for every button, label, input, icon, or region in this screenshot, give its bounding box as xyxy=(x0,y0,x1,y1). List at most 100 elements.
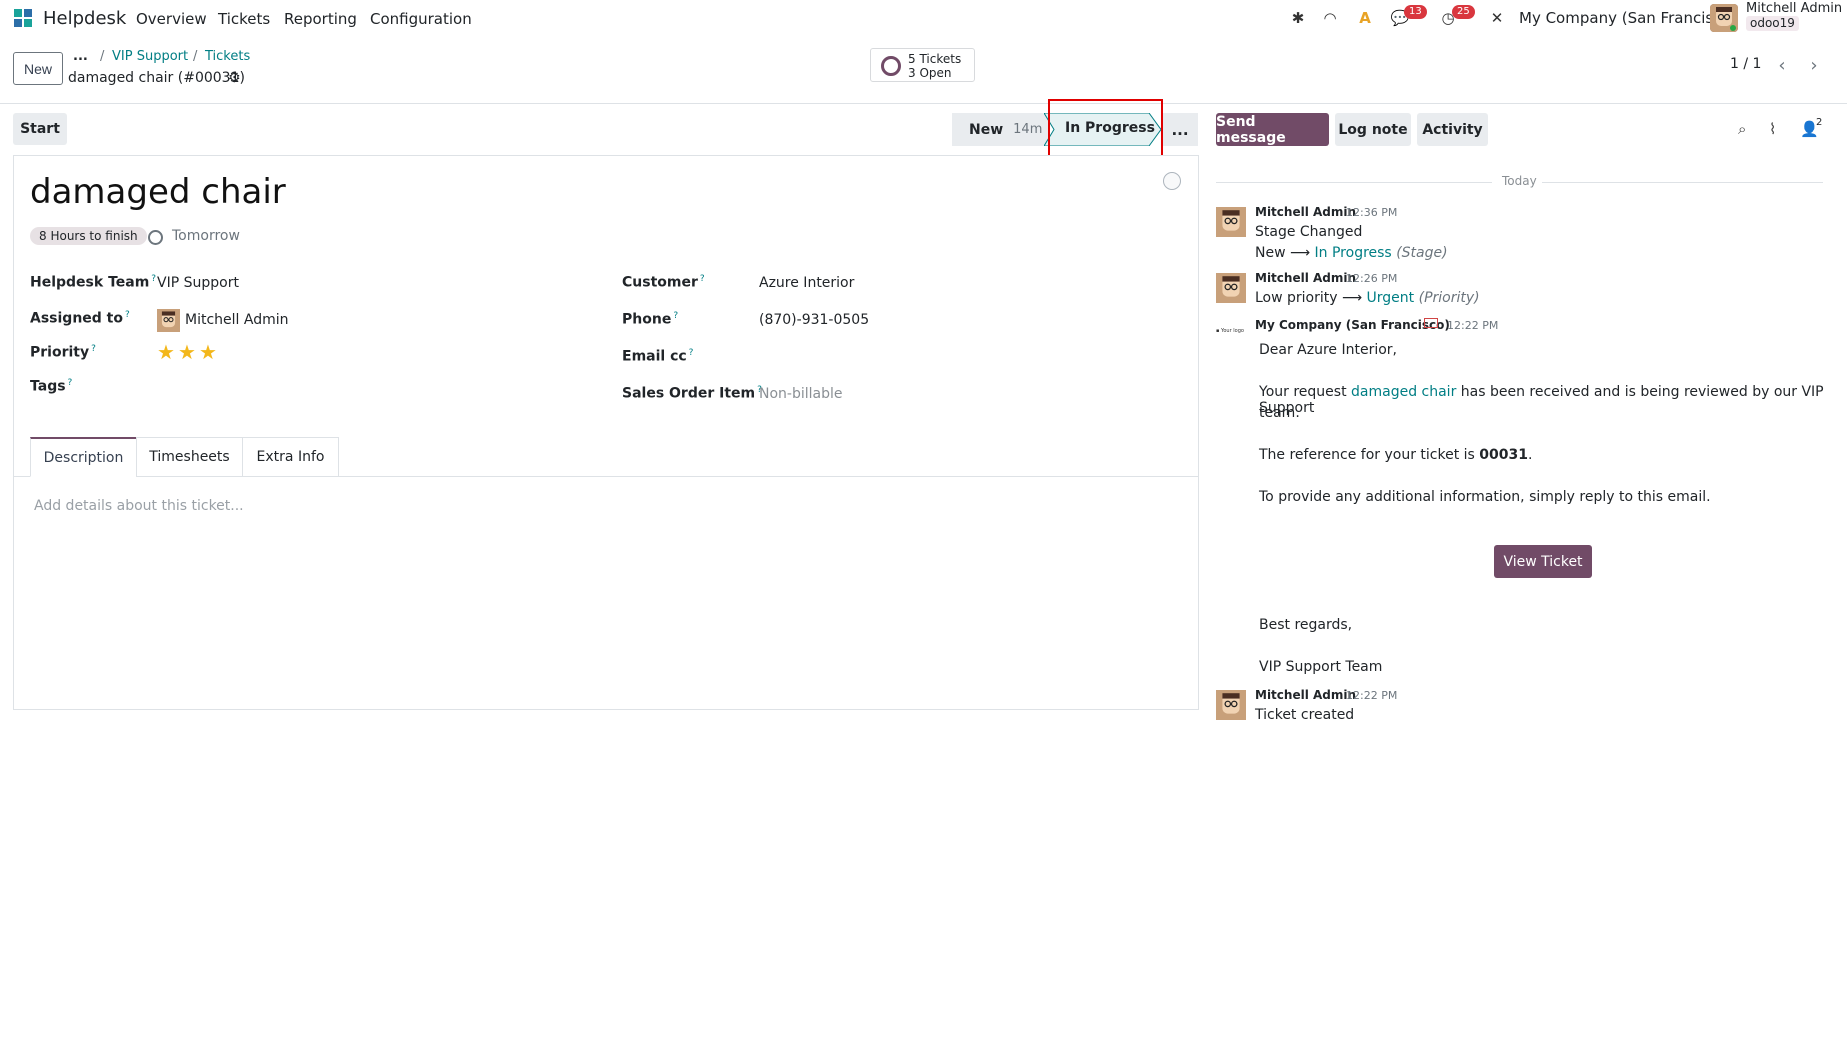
gear-icon[interactable]: ⚙ xyxy=(228,70,241,86)
annotation-highlight-box xyxy=(1048,99,1163,160)
breadcrumb-vip-support[interactable]: VIP Support xyxy=(112,49,188,64)
top-navbar: Helpdesk Overview Tickets Reporting Conf… xyxy=(0,0,1847,36)
new-record-button[interactable]: New xyxy=(13,52,63,85)
tracking-line: Low priority ⟶ Urgent (Priority) xyxy=(1255,290,1480,306)
assignee-avatar xyxy=(157,309,180,332)
phone-field[interactable]: (870)-931-0505 xyxy=(759,312,869,328)
activity-button[interactable]: Activity xyxy=(1417,113,1488,146)
message-time: 12:22 PM xyxy=(1447,319,1499,332)
stage-more-button[interactable]: ... xyxy=(1162,113,1198,146)
message-time: 12:22 PM xyxy=(1346,689,1398,702)
paperclip-icon[interactable]: ⌇ xyxy=(1769,120,1776,138)
smart-button-tickets: 5 Tickets xyxy=(908,52,962,66)
kanban-state-indicator[interactable] xyxy=(1163,172,1181,190)
email-reference-line: The reference for your ticket is 00031. xyxy=(1259,447,1533,463)
help-tooltip-icon[interactable]: ? xyxy=(673,311,678,321)
log-note-button[interactable]: Log note xyxy=(1335,113,1411,146)
ticket-link[interactable]: damaged chair xyxy=(1351,384,1456,400)
smart-button-open: 3 Open xyxy=(908,66,952,80)
helpdesk-team-field[interactable]: VIP Support xyxy=(157,275,239,291)
helpdesk-app-icon[interactable] xyxy=(12,7,34,29)
date-divider-right xyxy=(1542,182,1823,183)
stage-label: New xyxy=(969,121,1004,138)
ticket-title[interactable]: damaged chair xyxy=(30,172,286,212)
sales-order-item-field[interactable]: Non-billable xyxy=(759,386,843,402)
assigned-to-field[interactable]: Mitchell Admin xyxy=(185,312,289,328)
tools-icon[interactable]: ✕ xyxy=(1487,8,1507,28)
headset-icon[interactable]: ◠ xyxy=(1320,8,1340,28)
user-name[interactable]: Mitchell Admin xyxy=(1746,1,1842,16)
tab-timesheets[interactable]: Timesheets xyxy=(136,437,243,477)
user-avatar[interactable] xyxy=(1710,4,1738,32)
debug-bug-icon[interactable]: ✱ xyxy=(1288,8,1308,28)
messages-count-badge: 13 xyxy=(1404,5,1427,19)
field-label-assigned-to: Assigned to? xyxy=(30,310,130,327)
email-greeting: Dear Azure Interior, xyxy=(1259,342,1398,358)
send-message-button[interactable]: Send message xyxy=(1216,113,1329,146)
menu-reporting[interactable]: Reporting xyxy=(284,10,357,28)
activities-count-badge: 25 xyxy=(1452,5,1475,19)
menu-overview[interactable]: Overview xyxy=(136,10,207,28)
help-tooltip-icon[interactable]: ? xyxy=(700,274,705,284)
pager-next-icon[interactable]: › xyxy=(1800,53,1828,77)
help-tooltip-icon[interactable]: ? xyxy=(151,274,156,284)
pager-value[interactable]: 1 / 1 xyxy=(1730,56,1761,72)
field-label-priority: Priority? xyxy=(30,344,96,361)
field-label-tags: Tags? xyxy=(30,378,73,395)
field-label-customer: Customer? xyxy=(622,274,705,291)
ai-icon[interactable]: A xyxy=(1355,8,1375,28)
sla-deadline: Tomorrow xyxy=(172,228,240,244)
description-editor[interactable]: Add details about this ticket... xyxy=(34,498,244,514)
email-regards: Best regards, xyxy=(1259,617,1353,633)
date-separator: Today xyxy=(1502,174,1537,188)
help-tooltip-icon[interactable]: ? xyxy=(125,310,130,320)
menu-configuration[interactable]: Configuration xyxy=(370,10,472,28)
date-divider-left xyxy=(1216,182,1492,183)
breadcrumb-separator: / xyxy=(193,49,198,64)
field-label-helpdesk-team: Helpdesk Team? xyxy=(30,274,157,291)
tracking-line: New ⟶ In Progress (Stage) xyxy=(1255,245,1448,261)
help-tooltip-icon[interactable]: ? xyxy=(689,348,694,358)
followers-count: 2 xyxy=(1816,117,1823,128)
message-time: 12:26 PM xyxy=(1346,272,1398,285)
pager-previous-icon[interactable]: ‹ xyxy=(1768,53,1796,77)
breadcrumb-separator: / xyxy=(100,49,105,64)
tab-extra-info[interactable]: Extra Info xyxy=(242,437,339,477)
message-time: 12:36 PM xyxy=(1346,206,1398,219)
message-author-avatar[interactable] xyxy=(1216,207,1246,237)
breadcrumb-more[interactable]: ... xyxy=(73,49,88,64)
stage-duration: 14m xyxy=(1013,122,1043,137)
message-body: Ticket created xyxy=(1255,707,1355,723)
field-label-phone: Phone? xyxy=(622,311,679,328)
priority-star-icon[interactable]: ★ xyxy=(199,340,217,364)
start-timer-button[interactable]: Start xyxy=(13,113,67,145)
message-author-avatar[interactable] xyxy=(1216,273,1246,303)
record-title: damaged chair (#00031) xyxy=(68,70,245,86)
company-logo: ▪ Your logo xyxy=(1216,328,1244,334)
field-label-sales-order-item: Sales Order Item? xyxy=(622,385,762,402)
email-body-line: Your request damaged chair has been rece… xyxy=(1259,384,1824,416)
help-tooltip-icon[interactable]: ? xyxy=(68,378,73,388)
tab-description[interactable]: Description xyxy=(30,437,137,477)
customer-field[interactable]: Azure Interior xyxy=(759,275,854,291)
view-ticket-button[interactable]: View Ticket xyxy=(1494,545,1592,578)
company-switcher[interactable]: My Company (San Francisco) xyxy=(1519,9,1736,27)
email-body-line: team. xyxy=(1259,405,1300,421)
message-author-avatar[interactable] xyxy=(1216,690,1246,720)
sla-badge: 8 Hours to finish xyxy=(30,227,147,245)
priority-star-icon[interactable]: ★ xyxy=(178,340,196,364)
app-name[interactable]: Helpdesk xyxy=(43,8,126,29)
message-author[interactable]: My Company (San Francisco) xyxy=(1255,318,1450,332)
tickets-smart-button[interactable]: 5 Tickets 3 Open xyxy=(870,48,975,82)
message-author[interactable]: Mitchell Admin xyxy=(1255,688,1356,702)
message-author[interactable]: Mitchell Admin xyxy=(1255,271,1356,285)
breadcrumb-tickets[interactable]: Tickets xyxy=(205,49,250,64)
priority-star-icon[interactable]: ★ xyxy=(157,340,175,364)
menu-tickets[interactable]: Tickets xyxy=(218,10,270,28)
stage-new-button[interactable]: New 14m xyxy=(952,113,1049,146)
email-signature: VIP Support Team xyxy=(1259,659,1383,675)
search-icon[interactable]: ⌕ xyxy=(1738,120,1746,138)
message-author[interactable]: Mitchell Admin xyxy=(1255,205,1356,219)
clock-icon xyxy=(148,230,163,245)
help-tooltip-icon[interactable]: ? xyxy=(91,344,96,354)
